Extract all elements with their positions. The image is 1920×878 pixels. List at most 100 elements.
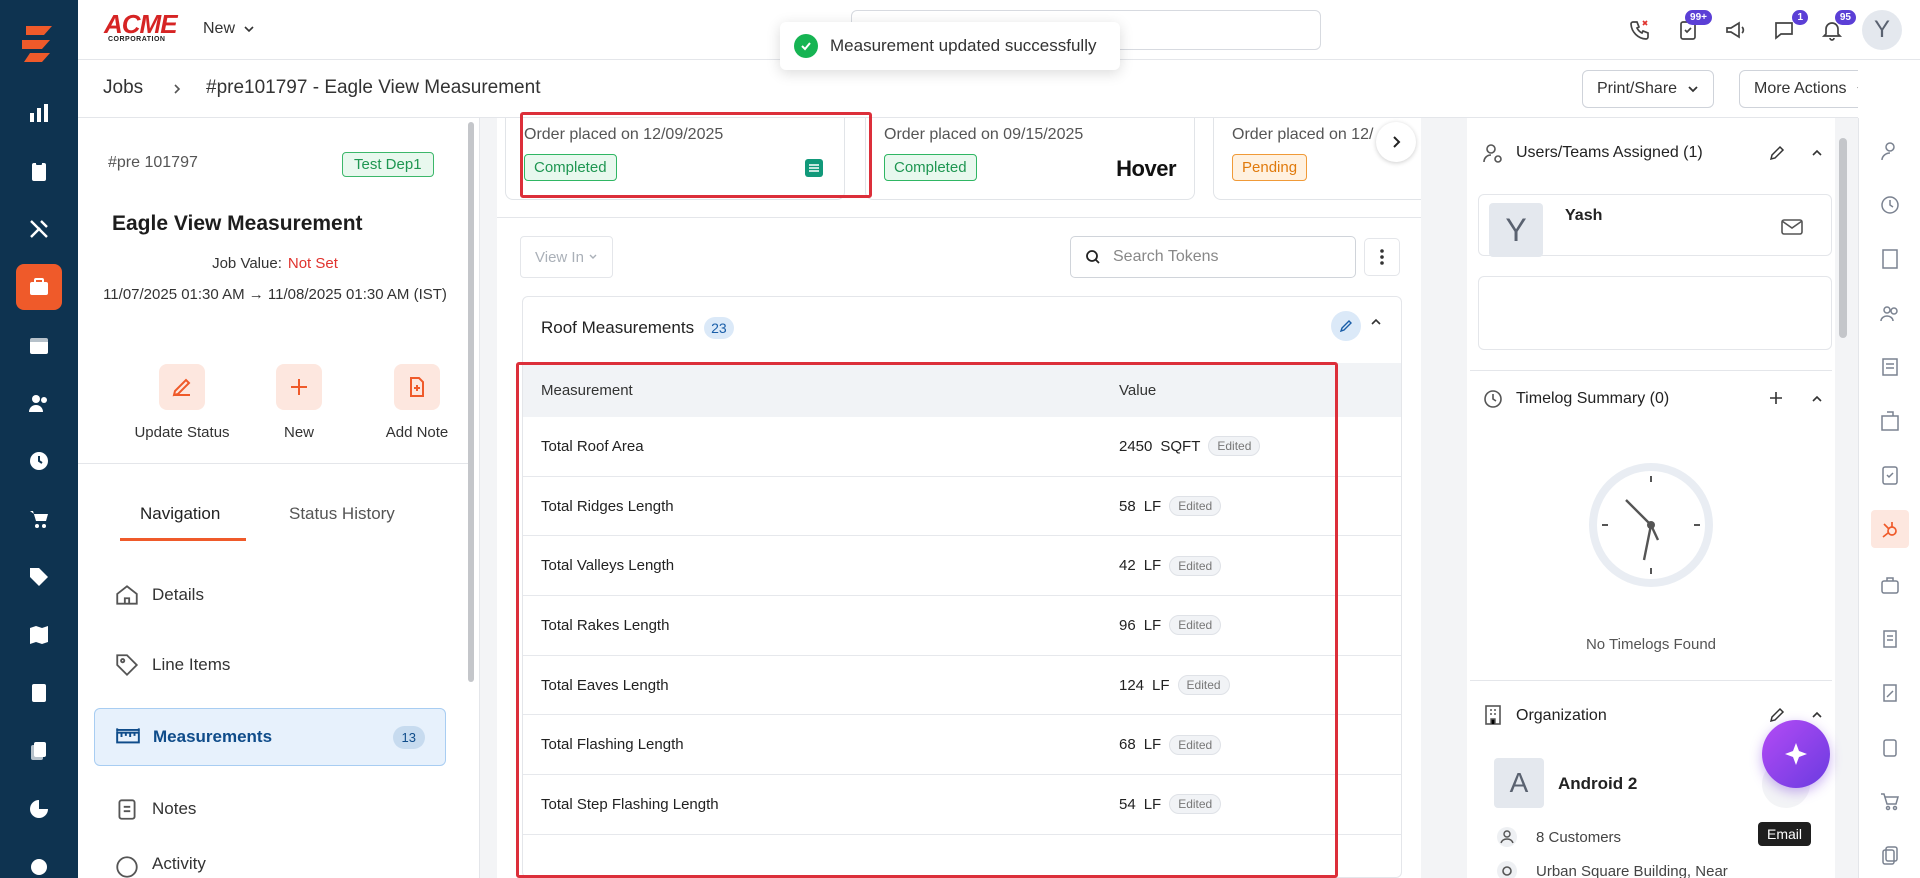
search-icon: [1086, 250, 1100, 264]
update-status-button[interactable]: Update Status: [132, 364, 232, 441]
contacts-icon[interactable]: [16, 380, 62, 426]
clipboard-icon: [118, 799, 136, 820]
breadcrumb-jobs-link[interactable]: Jobs: [103, 77, 143, 99]
clock-icon[interactable]: [16, 438, 62, 484]
briefcase-icon[interactable]: [1875, 570, 1905, 600]
section-title: Roof Measurements 23: [541, 317, 734, 339]
table-row[interactable]: Total Ridges Length 58 LF Edited: [523, 477, 1401, 537]
jobs-briefcase-icon[interactable]: [16, 264, 62, 310]
chevron-down-icon: [589, 254, 597, 259]
new-dropdown[interactable]: New: [203, 20, 255, 38]
phone-missed-icon[interactable]: [1622, 12, 1658, 48]
ai-assistant-button[interactable]: [1762, 720, 1830, 788]
document-icon[interactable]: [802, 156, 826, 180]
more-actions-label: More Actions: [1754, 80, 1847, 97]
right-panel-scrollbar[interactable]: [1839, 138, 1847, 338]
table-row[interactable]: Total Valleys Length 42 LF Edited: [523, 536, 1401, 597]
plus-icon[interactable]: [1768, 390, 1784, 406]
cart-icon[interactable]: [1875, 786, 1905, 816]
divider: [1470, 680, 1832, 681]
invoice-icon[interactable]: [1875, 352, 1905, 382]
nav-item-activity[interactable]: Activity: [94, 848, 446, 878]
mail-icon[interactable]: [1781, 219, 1803, 235]
col-measurement: Measurement: [541, 381, 633, 399]
copy-icon[interactable]: [1875, 840, 1905, 870]
order-card[interactable]: Order placed on 09/15/2025 Completed Hov…: [865, 118, 1195, 200]
table-row[interactable]: Total Roof Area 2450 SQFT Edited: [523, 417, 1401, 477]
new-action-button[interactable]: New: [249, 364, 349, 441]
dashboard-icon[interactable]: [16, 90, 62, 136]
team-icon[interactable]: [1875, 298, 1905, 328]
brand-logo[interactable]: ACME CORPORATION: [104, 11, 178, 44]
measurements-count-badge: 13: [392, 725, 425, 749]
tools-icon[interactable]: [16, 206, 62, 252]
tasks-icon[interactable]: 99+: [1670, 10, 1712, 48]
hubspot-icon[interactable]: [1871, 510, 1909, 548]
checklist-icon[interactable]: [1875, 460, 1905, 490]
measurements-main: Order placed on 12/09/2025 Completed Ord…: [480, 112, 1450, 878]
documents-icon[interactable]: [16, 728, 62, 774]
timelog-icon: [1484, 390, 1502, 408]
nav-item-details[interactable]: Details: [94, 566, 446, 624]
calculator-icon[interactable]: [16, 670, 62, 716]
calendar-icon[interactable]: [16, 322, 62, 368]
clipboard-icon[interactable]: [1875, 732, 1905, 762]
more-options-icon[interactable]: [1364, 238, 1400, 276]
cart-icon[interactable]: [16, 496, 62, 542]
app-logo-icon[interactable]: [16, 20, 62, 66]
org-address: Urban Square Building, Near: [1496, 860, 1728, 878]
chat-icon[interactable]: 1: [1766, 10, 1808, 48]
order-card[interactable]: Order placed on 12/09/2025 Completed: [505, 118, 845, 200]
print-share-button[interactable]: Print/Share: [1582, 70, 1715, 108]
activity-icon: [116, 856, 138, 878]
user-icon[interactable]: [1875, 136, 1905, 166]
megaphone-icon[interactable]: [1718, 12, 1754, 48]
assigned-user-card[interactable]: Y Yash: [1478, 194, 1832, 257]
nav-item-notes[interactable]: Notes: [94, 780, 446, 838]
measurement-value: 2450: [1119, 437, 1153, 455]
table-row[interactable]: Total Rakes Length 96 LF Edited: [523, 596, 1401, 656]
measurement-value-cell: 54 LF Edited: [1119, 794, 1222, 815]
edit-measurements-button[interactable]: [1331, 311, 1361, 341]
add-note-button[interactable]: Add Note: [367, 364, 467, 441]
pencil-icon[interactable]: [1768, 144, 1786, 162]
support-icon[interactable]: [16, 844, 62, 878]
collapse-button[interactable]: [1369, 315, 1383, 329]
company-icon[interactable]: [1875, 406, 1905, 436]
table-row[interactable]: Total Step Flashing Length 54 LF Edited: [523, 775, 1401, 835]
table-row[interactable]: Total Flashing Length 68 LF Edited: [523, 715, 1401, 776]
edited-badge: Edited: [1169, 794, 1222, 815]
building-icon[interactable]: [1875, 244, 1905, 274]
tab-status-history[interactable]: Status History: [289, 504, 395, 524]
measurement-value: 54: [1119, 795, 1136, 813]
nav-item-line-items[interactable]: Line Items: [94, 636, 446, 694]
user-avatar[interactable]: Y: [1862, 10, 1902, 50]
organization-name[interactable]: Android 2: [1558, 774, 1637, 794]
view-in-dropdown[interactable]: View In: [520, 236, 613, 278]
document-list-icon[interactable]: [1875, 624, 1905, 654]
map-icon[interactable]: [16, 612, 62, 658]
carousel-next-button[interactable]: [1376, 122, 1416, 162]
new-dropdown-label: New: [203, 20, 236, 37]
divider: [78, 463, 472, 464]
clock-illustration-icon: [1589, 463, 1713, 587]
order-date: Order placed on 09/15/2025: [884, 126, 1084, 143]
chevron-up-icon[interactable]: [1810, 146, 1824, 160]
nav-item-measurements[interactable]: Measurements 13: [94, 708, 446, 766]
clipboard-icon[interactable]: [16, 148, 62, 194]
search-tokens-input[interactable]: Search Tokens: [1070, 236, 1356, 278]
table-row[interactable]: Total Eaves Length 124 LF Edited: [523, 656, 1401, 716]
measurement-name: Total Roof Area: [541, 437, 644, 455]
timelog-title: Timelog Summary (0): [1516, 390, 1670, 407]
chevron-up-icon: [1371, 318, 1381, 325]
percent-doc-icon[interactable]: [1875, 678, 1905, 708]
tab-navigation[interactable]: Navigation: [140, 504, 220, 524]
history-icon[interactable]: [1875, 190, 1905, 220]
tag-icon[interactable]: [16, 554, 62, 600]
bell-icon[interactable]: 95: [1814, 10, 1856, 48]
right-quick-rail: [1858, 118, 1920, 878]
chevron-up-icon[interactable]: [1810, 708, 1824, 722]
left-panel-scrollbar[interactable]: [468, 122, 474, 682]
chevron-up-icon[interactable]: [1810, 392, 1824, 406]
reports-pie-icon[interactable]: [16, 786, 62, 832]
